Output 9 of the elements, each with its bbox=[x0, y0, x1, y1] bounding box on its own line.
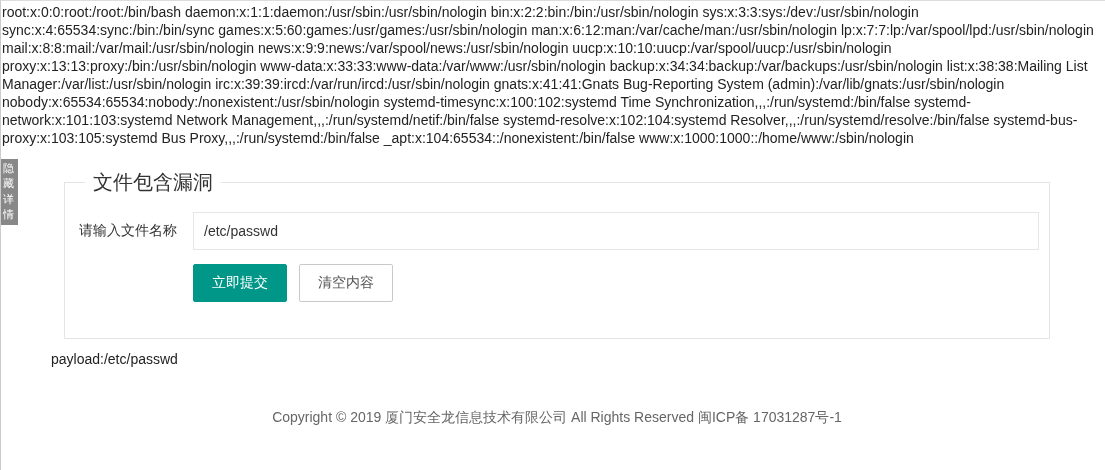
submit-button[interactable]: 立即提交 bbox=[193, 264, 287, 302]
file-contents-output: root:x:0:0:root:/root:/bin/bash daemon:x:1:1:daemon:/usr/sbin:/usr/sbin/nologin bin:x:2:2:bin:/bin:/usr/sbin/nologin sys:x:3:3:sys:/dev:/usr/sbin/nologin sync:x:4:65534:sync:/bin:/bin/sync games:x:5:60:games:/usr/games:/usr/sbin/nologin man:x:6:12:man:/var/cache/man:/usr/sbin/nologin lp:x:7:7:lp:/var/spool/lpd:/usr/sbin/nologin mail:x:8:8:mail:/var/mail:/usr/sbin/nologin news:x:9:9:news:/var/spool/news:/usr/sbin/nologin uucp:x:10:10:uucp:/var/spool/uucp:/usr/sbin/nologin proxy:x:13:13:proxy:/bin:/usr/sbin/nologin www-data:x:33:33:www-data:/var/www:/usr/sbin/nologin backup:x:34:34:backup:/var/backups:/usr/sbin/nologin list:x:38:38:Mailing List Manager:/var/list:/usr/sbin/nologin irc:x:39:39:ircd:/var/run/ircd:/usr/sbin/nologin gnats:x:41:41:Gnats Bug-Reporting System (admin):/var/lib/gnats:/usr/sbin/nologin nobody:x:65534:65534:nobody:/nonexistent:/usr/sbin/nologin systemd-timesync:x:100:102:systemd Time Synchronization,,,:/run/systemd:/bin/false systemd-network:x:101:103:systemd Network Management,,,:/run/systemd/netif:/bin/false systemd-resolve:x:102:104:systemd Resolver,,,:/run/systemd/resolve:/bin/false systemd-bus-proxy:x:103:105:systemd Bus Proxy,,,:/run/systemd:/bin/false _apt:x:104:65534::/nonexistent:/bin/false www:x:1000:1000::/home/www:/sbin/nologin bbox=[2, 3, 1095, 147]
form-title: 文件包含漏洞 bbox=[92, 170, 214, 195]
payload-text: payload:/etc/passwd bbox=[51, 351, 179, 367]
hide-details-tab[interactable]: 隐藏详情 bbox=[1, 159, 18, 225]
clear-button[interactable]: 清空内容 bbox=[299, 264, 393, 302]
filename-input-field[interactable]: /etc/passwd bbox=[193, 212, 1039, 250]
field-label: 请输入文件名称 bbox=[79, 222, 178, 240]
copyright-footer: Copyright © 2019 厦门安全龙信息技术有限公司 All Rights Reserved 闽ICP备 17031287号-1 bbox=[64, 409, 1050, 427]
